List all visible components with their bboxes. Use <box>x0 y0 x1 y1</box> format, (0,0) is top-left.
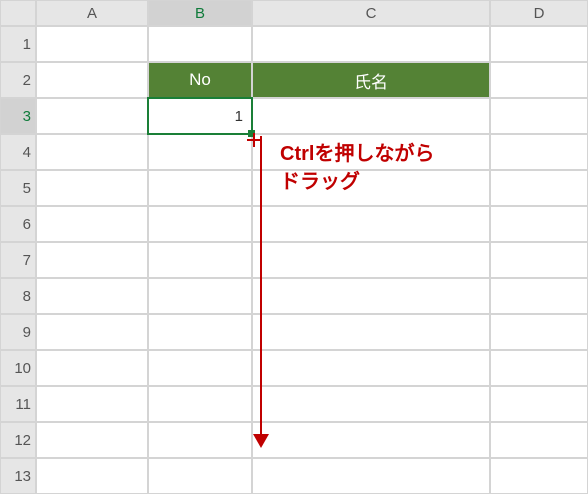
col-header-A[interactable]: A <box>36 0 148 26</box>
cell-A5[interactable] <box>36 170 148 206</box>
row-header-11[interactable]: 11 <box>0 386 36 422</box>
col-header-D[interactable]: D <box>490 0 588 26</box>
cell-C9[interactable] <box>252 314 490 350</box>
cell-C3[interactable] <box>252 98 490 134</box>
cell-C8[interactable] <box>252 278 490 314</box>
cell-B4[interactable] <box>148 134 252 170</box>
cell-B1[interactable] <box>148 26 252 62</box>
cell-D11[interactable] <box>490 386 588 422</box>
cell-A9[interactable] <box>36 314 148 350</box>
row-header-8[interactable]: 8 <box>0 278 36 314</box>
cell-C2[interactable]: 氏名 <box>252 62 490 98</box>
row-header-10[interactable]: 10 <box>0 350 36 386</box>
cell-C11[interactable] <box>252 386 490 422</box>
fill-plus-icon <box>247 133 261 147</box>
cell-D3[interactable] <box>490 98 588 134</box>
cell-A7[interactable] <box>36 242 148 278</box>
cell-D9[interactable] <box>490 314 588 350</box>
cell-D10[interactable] <box>490 350 588 386</box>
callout-line1: Ctrlを押しながら <box>280 143 434 165</box>
cell-C1[interactable] <box>252 26 490 62</box>
col-header-B[interactable]: B <box>148 0 252 26</box>
cell-A8[interactable] <box>36 278 148 314</box>
cell-A2[interactable] <box>36 62 148 98</box>
cell-D12[interactable] <box>490 422 588 458</box>
callout-line2: ドラッグ <box>280 171 360 193</box>
cell-B12[interactable] <box>148 422 252 458</box>
row-header-12[interactable]: 12 <box>0 422 36 458</box>
cell-A3[interactable] <box>36 98 148 134</box>
drag-arrow-head-icon <box>253 434 269 448</box>
cell-C10[interactable] <box>252 350 490 386</box>
cell-A12[interactable] <box>36 422 148 458</box>
cell-C12[interactable] <box>252 422 490 458</box>
cell-D2[interactable] <box>490 62 588 98</box>
cell-A10[interactable] <box>36 350 148 386</box>
cell-B7[interactable] <box>148 242 252 278</box>
cell-D1[interactable] <box>490 26 588 62</box>
row-header-4[interactable]: 4 <box>0 134 36 170</box>
row-header-13[interactable]: 13 <box>0 458 36 494</box>
instruction-callout: Ctrlを押しながら ドラッグ <box>280 140 434 196</box>
select-all-corner[interactable] <box>0 0 36 26</box>
col-header-C[interactable]: C <box>252 0 490 26</box>
cell-C7[interactable] <box>252 242 490 278</box>
row-header-2[interactable]: 2 <box>0 62 36 98</box>
drag-arrow-line <box>260 136 262 436</box>
row-header-3[interactable]: 3 <box>0 98 36 134</box>
cell-B3-value: 1 <box>235 108 243 125</box>
row-header-6[interactable]: 6 <box>0 206 36 242</box>
cell-C13[interactable] <box>252 458 490 494</box>
cell-A13[interactable] <box>36 458 148 494</box>
row-header-1[interactable]: 1 <box>0 26 36 62</box>
cell-C6[interactable] <box>252 206 490 242</box>
cell-D13[interactable] <box>490 458 588 494</box>
row-header-7[interactable]: 7 <box>0 242 36 278</box>
cell-A11[interactable] <box>36 386 148 422</box>
cell-B13[interactable] <box>148 458 252 494</box>
row-header-5[interactable]: 5 <box>0 170 36 206</box>
cell-B10[interactable] <box>148 350 252 386</box>
cell-A1[interactable] <box>36 26 148 62</box>
cell-B8[interactable] <box>148 278 252 314</box>
cell-A4[interactable] <box>36 134 148 170</box>
cell-B3-selected[interactable]: 1 <box>148 98 252 134</box>
cell-D5[interactable] <box>490 170 588 206</box>
row-header-9[interactable]: 9 <box>0 314 36 350</box>
cell-A6[interactable] <box>36 206 148 242</box>
cell-D7[interactable] <box>490 242 588 278</box>
cell-B2[interactable]: No <box>148 62 252 98</box>
cell-B9[interactable] <box>148 314 252 350</box>
cell-B6[interactable] <box>148 206 252 242</box>
cell-B5[interactable] <box>148 170 252 206</box>
cell-B11[interactable] <box>148 386 252 422</box>
cell-D4[interactable] <box>490 134 588 170</box>
cell-D6[interactable] <box>490 206 588 242</box>
cell-D8[interactable] <box>490 278 588 314</box>
